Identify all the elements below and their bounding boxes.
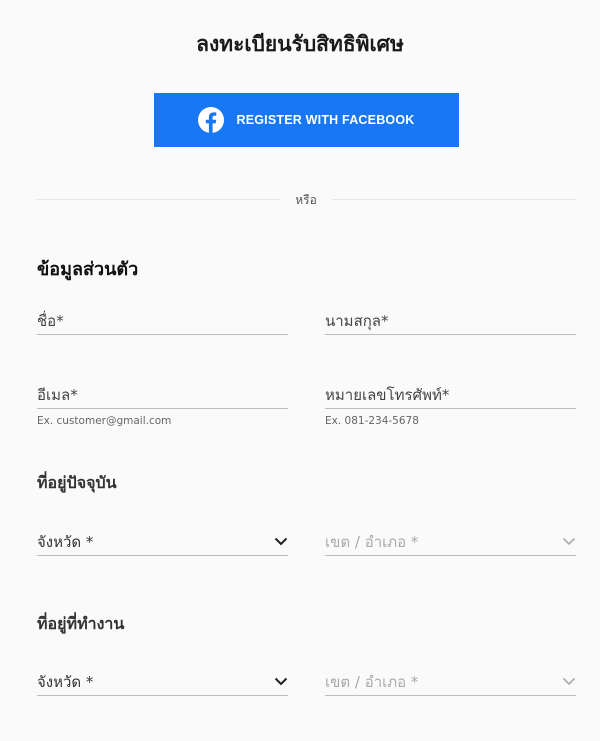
current-address-heading: ที่อยู่ปัจจุบัน [37,473,117,492]
chevron-down-icon [562,537,576,546]
work-province-label: จังหวัด * [37,672,94,691]
work-district-select[interactable]: เขต / อำเภอ * [325,668,576,696]
chevron-down-icon [274,677,288,686]
current-province-select[interactable]: จังหวัด * [37,528,288,556]
divider-or-text: หรือ [295,193,317,207]
first-name-input[interactable] [37,307,288,334]
chevron-down-icon [274,537,288,546]
email-input[interactable] [37,381,288,408]
personal-info-heading: ข้อมูลส่วนตัว [37,259,139,280]
divider-right [332,199,576,200]
current-district-select[interactable]: เขต / อำเภอ * [325,528,576,556]
work-address-heading: ที่อยู่ที่ทำงาน [37,614,125,633]
email-field [37,381,288,409]
page-title: ลงทะเบียนรับสิทธิพิเศษ [196,32,404,56]
current-province-label: จังหวัด * [37,532,94,551]
last-name-input[interactable] [325,307,576,334]
divider-left [37,199,280,200]
current-district-label: เขต / อำเภอ * [325,532,419,551]
register-with-facebook-button[interactable]: REGISTER WITH FACEBOOK [154,93,459,147]
first-name-field [37,307,288,335]
chevron-down-icon [562,677,576,686]
phone-hint: Ex. 081-234-5678 [325,415,419,427]
last-name-field [325,307,576,335]
facebook-icon [198,107,225,133]
email-hint: Ex. customer@gmail.com [37,415,172,427]
work-district-label: เขต / อำเภอ * [325,672,419,691]
facebook-button-label: REGISTER WITH FACEBOOK [236,113,415,127]
work-province-select[interactable]: จังหวัด * [37,668,288,696]
phone-field [325,381,576,409]
phone-input[interactable] [325,381,576,408]
